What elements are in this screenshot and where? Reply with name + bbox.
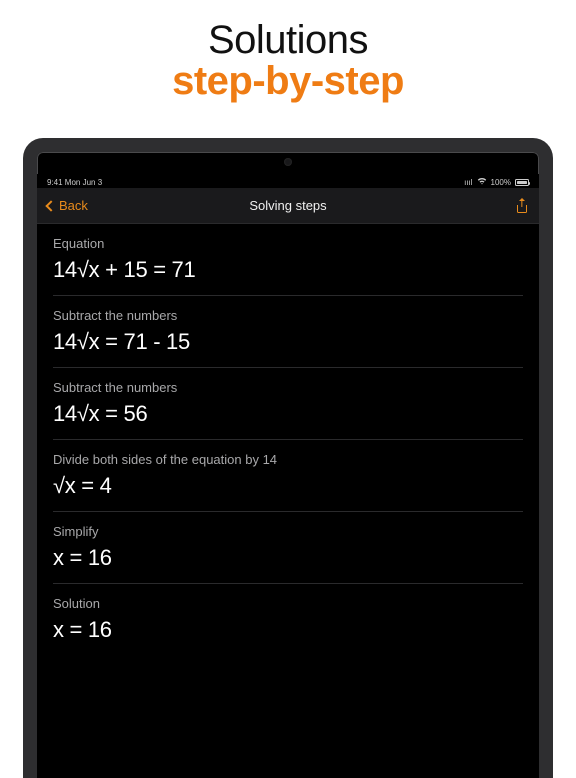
screen: 9:41 Mon Jun 3 ıııl 100% Back Solving st… bbox=[37, 174, 539, 778]
step-row[interactable]: Simplify x = 16 bbox=[53, 512, 523, 584]
step-row[interactable]: Equation 14√x + 15 = 71 bbox=[53, 224, 523, 296]
marketing-heading: Solutions step-by-step bbox=[0, 0, 576, 114]
back-label: Back bbox=[59, 198, 88, 213]
step-expression: x = 16 bbox=[53, 545, 523, 571]
step-row[interactable]: Subtract the numbers 14√x = 56 bbox=[53, 368, 523, 440]
step-expression: 14√x + 15 = 71 bbox=[53, 257, 523, 283]
step-row[interactable]: Solution x = 16 bbox=[53, 584, 523, 655]
step-expression: x = 16 bbox=[53, 617, 523, 643]
step-expression: 14√x = 71 - 15 bbox=[53, 329, 523, 355]
step-label: Subtract the numbers bbox=[53, 308, 523, 323]
camera-dot bbox=[284, 158, 292, 166]
step-label: Divide both sides of the equation by 14 bbox=[53, 452, 523, 467]
back-button[interactable]: Back bbox=[47, 198, 88, 213]
nav-bar: Back Solving steps bbox=[37, 188, 539, 224]
share-box-icon bbox=[517, 205, 527, 213]
wifi-icon bbox=[477, 177, 487, 187]
step-label: Solution bbox=[53, 596, 523, 611]
page-title: Solving steps bbox=[249, 198, 326, 213]
status-right: ıııl 100% bbox=[464, 177, 529, 187]
tablet-frame: 9:41 Mon Jun 3 ıııl 100% Back Solving st… bbox=[23, 138, 553, 778]
battery-percent: 100% bbox=[491, 178, 511, 187]
signal-icon: ıııl bbox=[464, 178, 472, 187]
status-bar: 9:41 Mon Jun 3 ıııl 100% bbox=[37, 174, 539, 188]
step-label: Simplify bbox=[53, 524, 523, 539]
chevron-left-icon bbox=[45, 200, 56, 211]
steps-list: Equation 14√x + 15 = 71 Subtract the num… bbox=[37, 224, 539, 655]
step-expression: √x = 4 bbox=[53, 473, 523, 499]
marketing-line-2: step-by-step bbox=[0, 59, 576, 104]
share-button[interactable] bbox=[515, 199, 529, 213]
step-label: Subtract the numbers bbox=[53, 380, 523, 395]
step-expression: 14√x = 56 bbox=[53, 401, 523, 427]
step-row[interactable]: Divide both sides of the equation by 14 … bbox=[53, 440, 523, 512]
step-label: Equation bbox=[53, 236, 523, 251]
battery-icon bbox=[515, 179, 529, 186]
status-time: 9:41 Mon Jun 3 bbox=[47, 178, 102, 187]
marketing-line-1: Solutions bbox=[0, 18, 576, 63]
step-row[interactable]: Subtract the numbers 14√x = 71 - 15 bbox=[53, 296, 523, 368]
